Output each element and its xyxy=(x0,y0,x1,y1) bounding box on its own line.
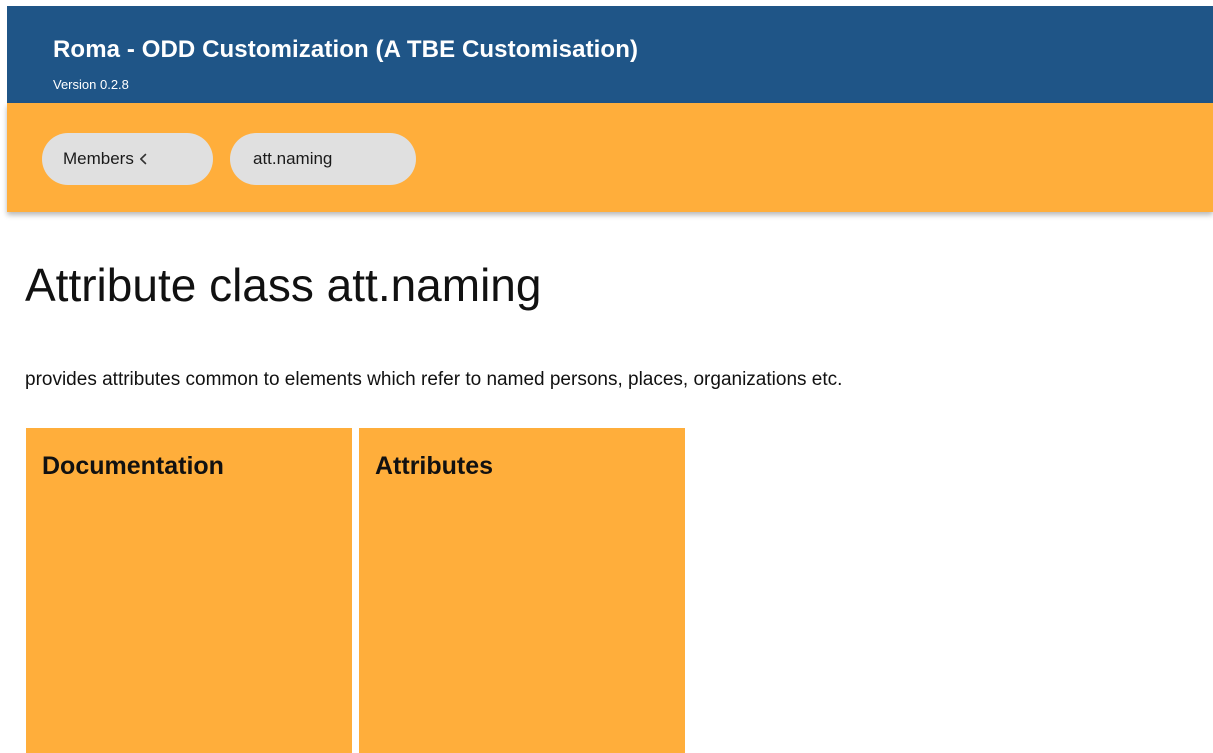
class-description: provides attributes common to elements w… xyxy=(25,369,843,390)
page-title: Attribute class att.naming xyxy=(25,259,542,311)
members-button-label: Members xyxy=(63,149,134,168)
left-gutter xyxy=(0,0,7,753)
chevron-left-icon xyxy=(139,153,147,165)
app-version: Version 0.2.8 xyxy=(53,77,129,92)
attributes-card[interactable]: Attributes xyxy=(359,428,685,753)
breadcrumb-current-label: att.naming xyxy=(253,149,333,168)
members-back-button[interactable]: Members xyxy=(42,133,213,185)
app-header: Roma - ODD Customization (A TBE Customis… xyxy=(7,6,1213,103)
app-window: Roma - ODD Customization (A TBE Customis… xyxy=(0,0,1213,753)
breadcrumb-toolbar: Members att.naming xyxy=(7,103,1213,212)
documentation-card[interactable]: Documentation xyxy=(26,428,352,753)
breadcrumb-current-class[interactable]: att.naming xyxy=(230,133,416,185)
attributes-card-title: Attributes xyxy=(375,452,494,480)
app-title: Roma - ODD Customization (A TBE Customis… xyxy=(53,36,639,63)
documentation-card-title: Documentation xyxy=(42,452,224,480)
